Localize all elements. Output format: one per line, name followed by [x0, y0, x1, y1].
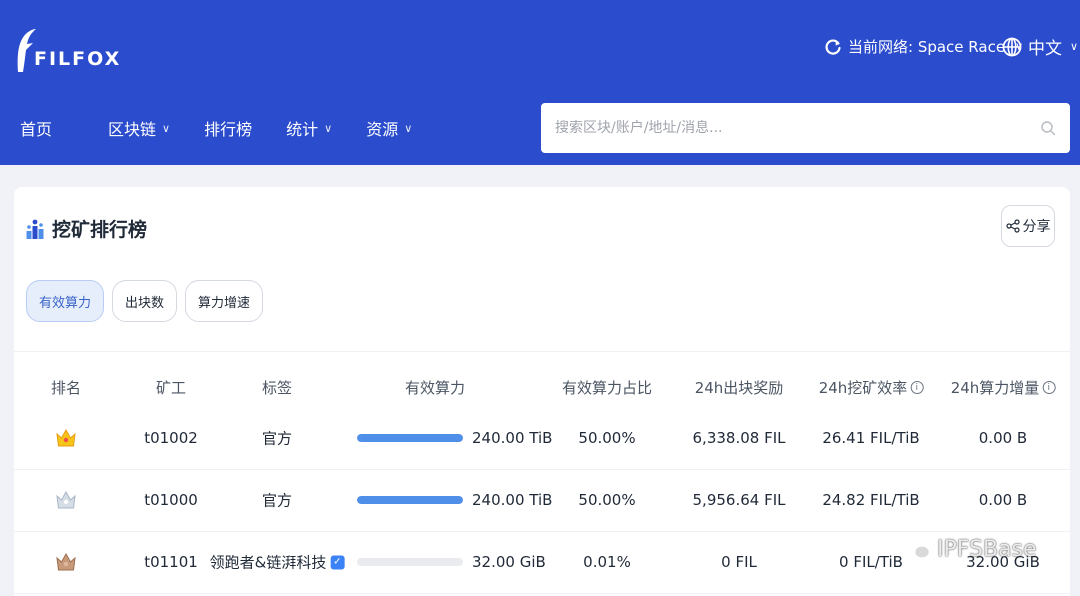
header-24h-reward: 24h出块奖励	[694, 379, 784, 397]
share-button[interactable]: 分享	[1001, 205, 1055, 247]
table-row[interactable]: t01000 官方 240.00 TiB 50.00% 5,956.64 FIL 24.8…	[14, 469, 1070, 531]
search-input[interactable]	[555, 120, 1040, 136]
search-icon[interactable]	[1040, 120, 1056, 136]
nav-item-label: 资源	[366, 120, 399, 139]
power-value: 32.00 GiB	[472, 553, 546, 571]
header-power-share: 有效算力占比	[561, 379, 653, 397]
refresh-icon	[825, 38, 841, 55]
growth-24h: 0.00 B	[978, 491, 1028, 509]
growth-24h: 0.00 B	[978, 429, 1028, 447]
ranking-tabs: 有效算力 出块数 算力增速	[26, 280, 264, 322]
power-share: 0.01%	[583, 553, 631, 571]
miner-id[interactable]: t01101	[144, 553, 198, 571]
watermark-text: IPFSBase	[937, 537, 1037, 562]
nav-item-label: 区块链	[108, 120, 157, 139]
nav-item-4[interactable]: 资源 ∨	[366, 116, 412, 140]
network-selector[interactable]: 当前网络: Space Race ∨	[824, 36, 1023, 57]
filfox-logo-icon	[17, 29, 36, 72]
info-icon[interactable]: i	[910, 381, 924, 394]
nav-item-1[interactable]: 区块链 ∨	[108, 116, 170, 140]
header-24h-growth: 24h算力增量 i	[951, 377, 1056, 398]
top-header: FILFOX 当前网络: Space Race ∨ 中文 ∨ 首页 区块链 ∨ 排行榜…	[0, 0, 1080, 165]
main-nav: 首页 区块链 ∨ 排行榜 统计 ∨ 资源 ∨	[20, 116, 412, 140]
rank-cell	[54, 488, 78, 512]
header-power[interactable]: 有效算力	[405, 377, 465, 398]
efficiency-24h: 26.41 FIL/TiB	[822, 429, 920, 447]
nav-item-label: 统计	[286, 120, 319, 139]
nav-item-2[interactable]: 排行榜	[204, 116, 252, 140]
power-value: 240.00 TiB	[472, 491, 553, 509]
tab-2[interactable]: 算力增速	[185, 280, 264, 322]
header-rank: 排名	[50, 379, 82, 397]
header-24h-growth-label: 24h算力增量	[950, 379, 1040, 397]
language-label: 中文	[1028, 39, 1062, 59]
nav-item-label: 排行榜	[204, 120, 253, 139]
card-title-text: 挖矿排行榜	[52, 219, 148, 241]
tag-label: 官方	[261, 429, 293, 448]
bronze-crown-icon	[56, 552, 76, 571]
info-icon[interactable]: i	[1042, 381, 1056, 394]
rank-cell	[54, 426, 78, 450]
header-tag: 标签	[261, 379, 293, 397]
watermark: IPFSBase	[905, 537, 1037, 562]
table-row[interactable]: t01002 官方 240.00 TiB 50.00% 6,338.08 FIL 26.4…	[14, 407, 1070, 469]
verified-icon: ✓	[330, 555, 345, 569]
power-bar	[357, 558, 463, 566]
chevron-down-icon: ∨	[162, 121, 171, 135]
reward-24h: 0 FIL	[721, 553, 757, 571]
silver-crown-icon	[56, 490, 76, 509]
tag-cell: 官方	[262, 428, 292, 449]
mining-ranking-card: 挖矿排行榜 分享 有效算力 出块数 算力增速 排名 矿工 标签 有效算力 有效算力占…	[14, 187, 1070, 596]
power-share: 50.00%	[578, 429, 636, 447]
wechat-icon	[905, 539, 931, 559]
tag-label: 领跑者&链湃科技	[209, 553, 327, 572]
power-value: 240.00 TiB	[472, 429, 553, 447]
nav-item-0[interactable]: 首页	[20, 116, 52, 140]
reward-24h: 6,338.08 FIL	[692, 429, 786, 447]
chevron-down-icon: ∨	[1070, 40, 1079, 53]
tag-label: 官方	[261, 491, 293, 510]
row-separator	[14, 593, 1070, 594]
header-24h-efficiency: 24h挖矿效率 i	[819, 377, 924, 398]
share-label: 分享	[1022, 219, 1051, 235]
chevron-down-icon: ∨	[404, 121, 413, 135]
rank-cell	[54, 550, 78, 574]
header-24h-efficiency-label: 24h挖矿效率	[818, 379, 908, 397]
language-selector[interactable]: 中文 ∨	[1002, 34, 1078, 59]
miner-id[interactable]: t01002	[144, 429, 198, 447]
card-title: 挖矿排行榜	[26, 215, 147, 242]
miner-id[interactable]: t01000	[144, 491, 198, 509]
nav-item-3[interactable]: 统计 ∨	[286, 116, 332, 140]
tag-cell: 领跑者&链湃科技 ✓	[210, 552, 345, 573]
reward-24h: 5,956.64 FIL	[692, 491, 786, 509]
share-icon	[1005, 219, 1020, 233]
header-miner: 矿工	[155, 379, 187, 397]
tag-cell: 官方	[262, 490, 292, 511]
efficiency-24h: 24.82 FIL/TiB	[822, 491, 920, 509]
brand-logo[interactable]: FILFOX	[14, 24, 121, 72]
power-share: 50.00%	[578, 491, 636, 509]
power-bar-fill	[357, 496, 463, 504]
nav-item-label: 首页	[20, 120, 53, 139]
tab-1[interactable]: 出块数	[112, 280, 178, 322]
power-bar	[357, 496, 463, 504]
efficiency-24h: 0 FIL/TiB	[839, 553, 903, 571]
chevron-down-icon: ∨	[324, 121, 333, 135]
network-label: 当前网络: Space Race	[848, 38, 1006, 56]
power-bar-fill	[357, 434, 463, 442]
power-bar	[357, 434, 463, 442]
search-box	[541, 103, 1070, 153]
table-header: 排名 矿工 标签 有效算力 有效算力占比 24h出块奖励 24h挖矿效率 i 2…	[14, 377, 1070, 407]
globe-icon	[1002, 37, 1022, 56]
divider	[14, 351, 1070, 352]
brand-name: FILFOX	[34, 48, 122, 70]
tab-0[interactable]: 有效算力	[26, 280, 105, 322]
gold-crown-icon	[56, 428, 76, 447]
trophy-icon	[26, 219, 44, 239]
